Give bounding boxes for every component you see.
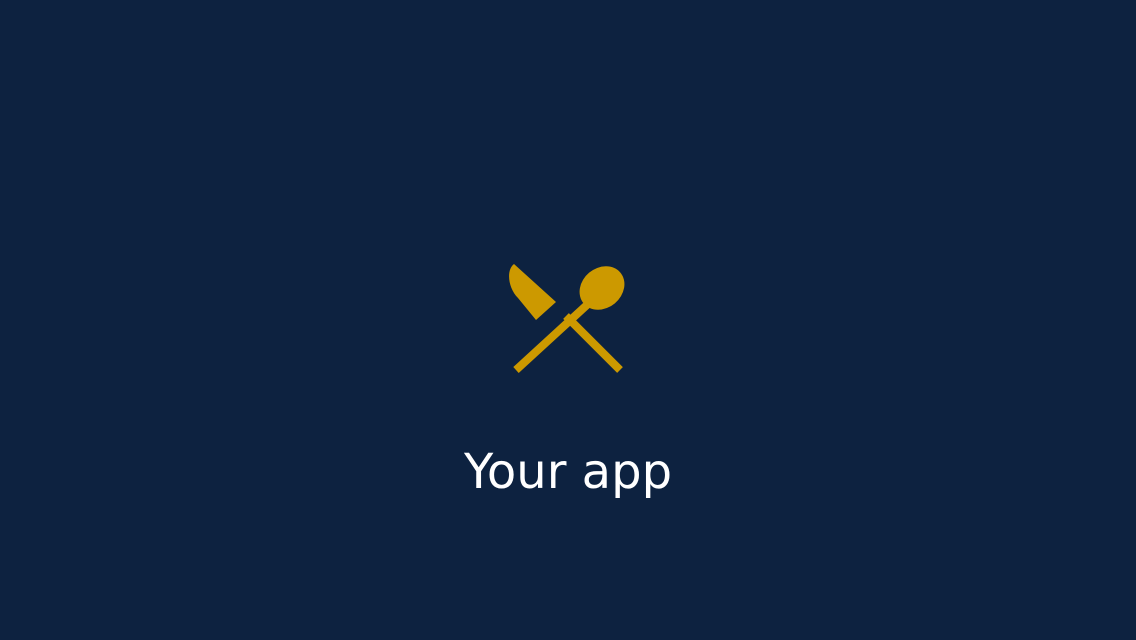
splash-screen: Your app	[0, 0, 1136, 640]
knife-handle-shape	[563, 313, 623, 373]
knife-blade-shape	[509, 264, 556, 320]
spoon-handle-shape	[513, 301, 591, 373]
app-name: Your app	[463, 444, 673, 500]
utensils-icon	[504, 258, 632, 386]
